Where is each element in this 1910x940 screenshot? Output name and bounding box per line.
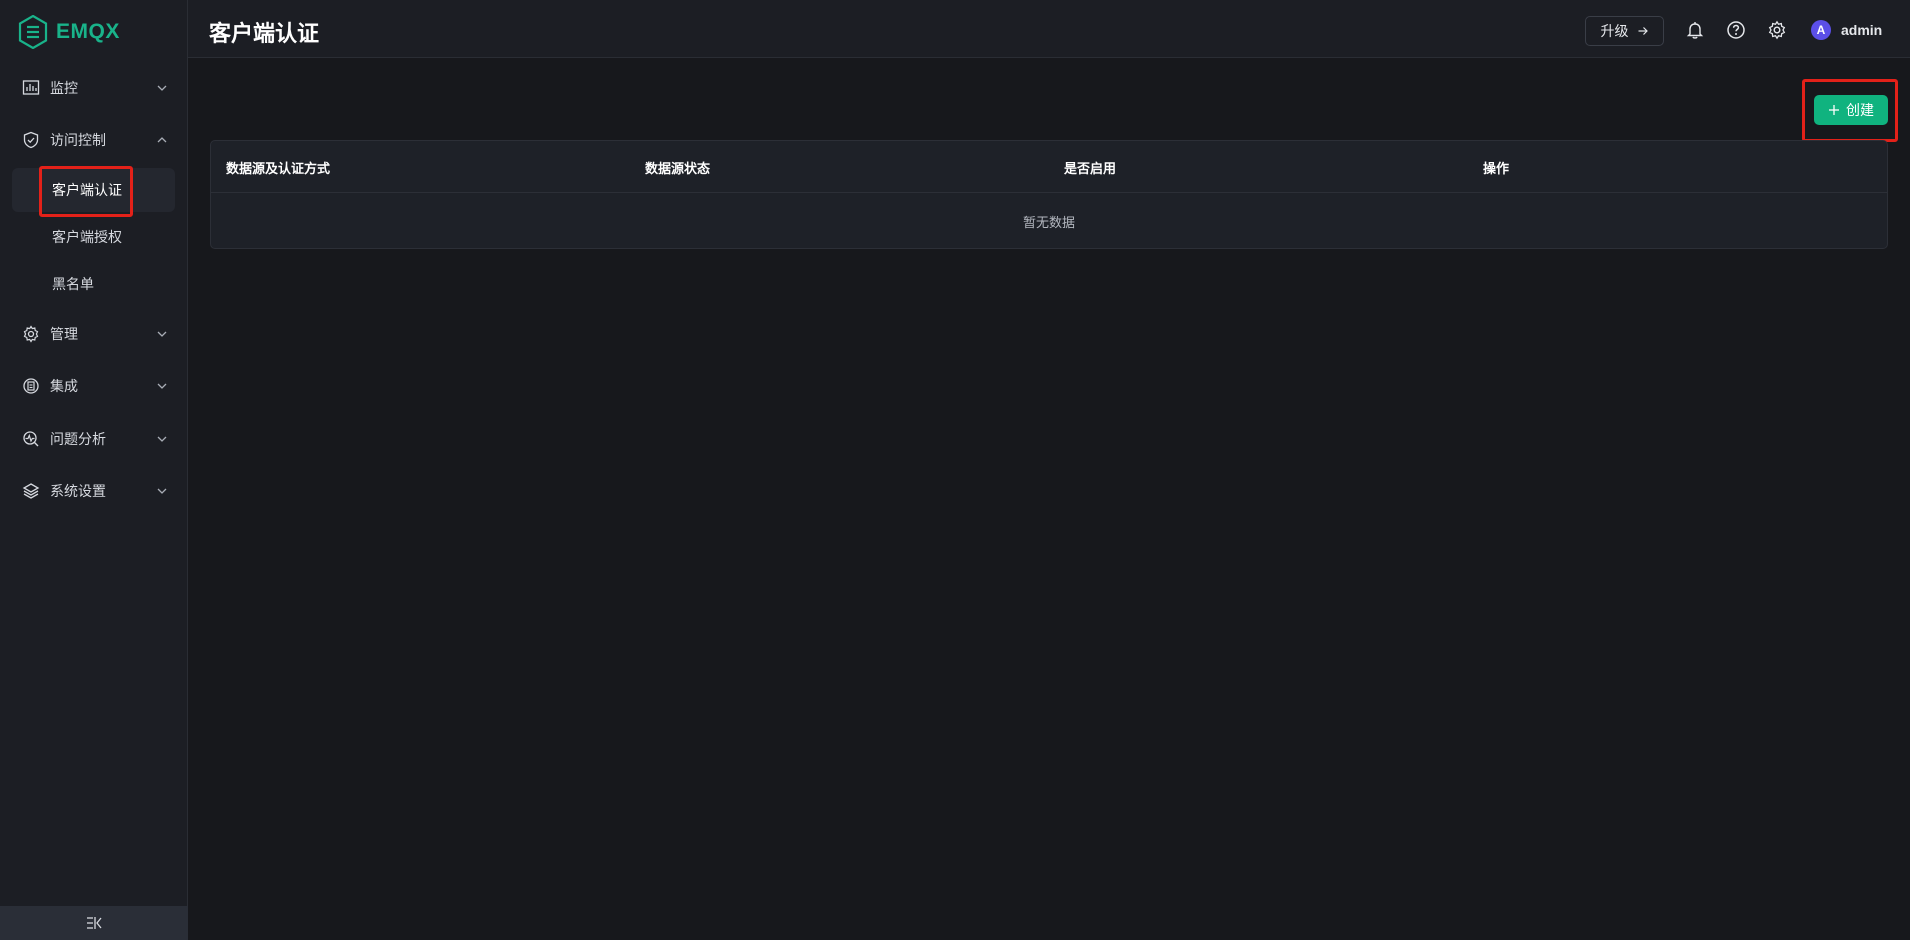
sidebar-item-label: 访问控制 bbox=[50, 132, 106, 148]
sidebar-subitem-client-authz[interactable]: 客户端授权 bbox=[12, 215, 175, 259]
help-icon[interactable] bbox=[1726, 20, 1746, 40]
sidebar-item-label: 监控 bbox=[50, 80, 78, 96]
page-title: 客户端认证 bbox=[209, 21, 320, 46]
sidebar-item-system-settings[interactable]: 系统设置 bbox=[0, 469, 188, 513]
chevron-down-icon bbox=[157, 436, 167, 442]
logo[interactable]: EMQX bbox=[18, 14, 120, 50]
chevron-up-icon bbox=[157, 137, 167, 143]
sidebar-item-label: 问题分析 bbox=[50, 431, 106, 447]
create-label: 创建 bbox=[1846, 102, 1874, 118]
sidebar: EMQX 监控 访问控制 客户端认证 客户端授权 黑名单 管理 集成 问题分析 … bbox=[0, 0, 188, 940]
sidebar-subitem-label: 客户端授权 bbox=[52, 229, 122, 245]
avatar: A bbox=[1811, 20, 1831, 40]
logo-text: EMQX bbox=[56, 20, 120, 43]
sidebar-item-diagnose[interactable]: 问题分析 bbox=[0, 417, 188, 461]
upgrade-button[interactable]: 升级 bbox=[1585, 16, 1664, 46]
username: admin bbox=[1841, 22, 1883, 38]
empty-state: 暂无数据 bbox=[1022, 214, 1075, 230]
layers-icon bbox=[22, 482, 40, 500]
sidebar-subitem-blacklist[interactable]: 黑名单 bbox=[12, 262, 175, 306]
create-button[interactable]: 创建 bbox=[1814, 95, 1888, 125]
sidebar-subitem-client-authn[interactable]: 客户端认证 bbox=[12, 168, 175, 212]
upgrade-label: 升级 bbox=[1600, 23, 1629, 39]
chevron-down-icon bbox=[157, 383, 167, 389]
sidebar-item-label: 集成 bbox=[50, 378, 78, 394]
arrow-right-icon bbox=[1638, 27, 1648, 35]
column-header-status: 数据源状态 bbox=[645, 161, 711, 176]
column-header-actions: 操作 bbox=[1483, 161, 1510, 176]
top-header: 客户端认证 升级 A admin bbox=[188, 0, 1910, 58]
sidebar-item-label: 系统设置 bbox=[50, 483, 106, 499]
sidebar-item-label: 管理 bbox=[50, 326, 78, 342]
sidebar-collapse-button[interactable] bbox=[0, 906, 188, 940]
diagnose-icon bbox=[22, 430, 40, 448]
emqx-logo-icon bbox=[18, 15, 48, 49]
table-header: 数据源及认证方式 数据源状态 是否启用 操作 bbox=[211, 141, 1887, 193]
sidebar-item-access-control[interactable]: 访问控制 bbox=[0, 118, 188, 162]
bell-icon[interactable] bbox=[1685, 20, 1705, 40]
sidebar-subitem-label: 客户端认证 bbox=[52, 182, 122, 198]
plus-icon bbox=[1829, 105, 1839, 115]
chevron-down-icon bbox=[157, 331, 167, 337]
authn-table: 数据源及认证方式 数据源状态 是否启用 操作 暂无数据 bbox=[210, 140, 1888, 249]
chevron-down-icon bbox=[157, 488, 167, 494]
user-menu[interactable]: A admin bbox=[1811, 18, 1882, 42]
shield-icon bbox=[22, 131, 40, 149]
collapse-icon bbox=[87, 917, 102, 929]
sidebar-item-integration[interactable]: 集成 bbox=[0, 364, 188, 408]
sidebar-item-monitor[interactable]: 监控 bbox=[0, 66, 188, 110]
column-header-source: 数据源及认证方式 bbox=[226, 161, 331, 176]
gear-icon bbox=[22, 325, 40, 343]
integration-icon bbox=[22, 377, 40, 395]
column-header-enabled: 是否启用 bbox=[1064, 161, 1117, 176]
sidebar-subitem-label: 黑名单 bbox=[52, 276, 94, 292]
chevron-down-icon bbox=[157, 85, 167, 91]
settings-icon[interactable] bbox=[1767, 20, 1787, 40]
chart-icon bbox=[22, 79, 40, 97]
sidebar-item-management[interactable]: 管理 bbox=[0, 312, 188, 356]
